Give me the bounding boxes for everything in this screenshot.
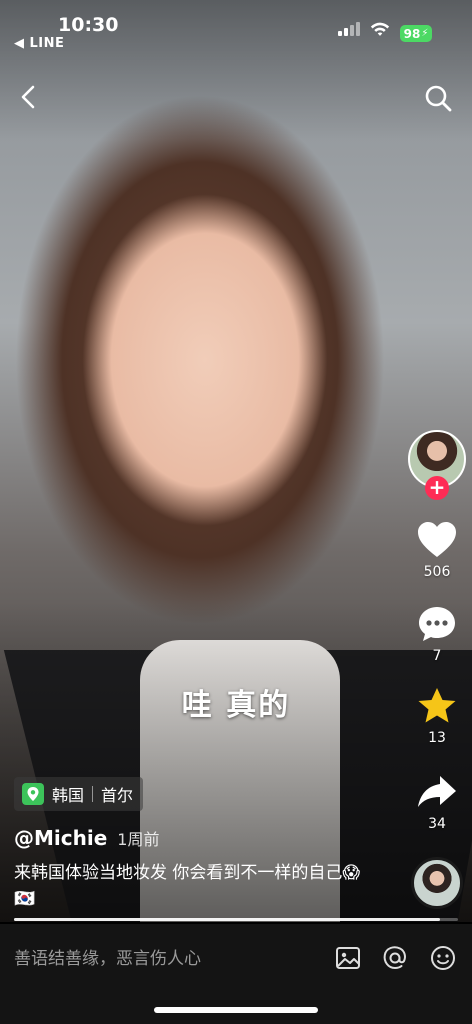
status-time: 10:30: [58, 14, 119, 36]
location-divider: [92, 786, 94, 802]
map-pin-icon: [22, 783, 44, 805]
follow-plus-icon[interactable]: +: [425, 476, 449, 500]
wifi-icon: [370, 22, 390, 36]
comment-button[interactable]: 7: [412, 604, 462, 664]
video-caption: 来韩国体验当地妆发 你会看到不一样的自己😱 🇰🇷: [14, 863, 361, 909]
location-country: 韩国: [52, 786, 85, 805]
charging-icon: ⚡: [421, 28, 429, 39]
back-arrow-icon[interactable]: [14, 82, 44, 112]
like-count: 506: [423, 564, 451, 580]
location-tag[interactable]: 韩国 首尔: [14, 777, 144, 811]
post-time: 1周前: [117, 830, 160, 849]
author-name[interactable]: @Michie: [14, 826, 107, 850]
video-progress-bar[interactable]: [14, 918, 458, 921]
battery-indicator: 98 ⚡: [400, 25, 432, 42]
signal-icon: [338, 22, 360, 36]
search-icon[interactable]: [422, 82, 454, 114]
comment-count: 7: [432, 648, 442, 664]
share-button[interactable]: 34: [412, 772, 462, 832]
video-progress-fill: [14, 918, 441, 921]
battery-level: 98: [403, 26, 421, 41]
author-line: @Michie 1周前: [14, 826, 159, 850]
like-button[interactable]: 506: [412, 520, 462, 580]
back-to-app-link[interactable]: ◀ LINE: [14, 36, 64, 51]
favorite-count: 13: [428, 730, 446, 746]
share-arrow-icon: [418, 776, 456, 807]
heart-icon: [418, 522, 456, 557]
location-city: 首尔: [101, 786, 134, 805]
home-indicator[interactable]: [154, 1007, 318, 1013]
video-subtitle: 哇 真的: [181, 688, 291, 723]
comment-input[interactable]: 善语结善缘，恶言伤人心: [14, 944, 314, 974]
music-disc[interactable]: [411, 857, 463, 909]
share-count: 34: [428, 816, 446, 832]
mention-icon[interactable]: [381, 944, 409, 972]
emoji-icon[interactable]: [429, 944, 457, 972]
comment-bubble-icon: [419, 607, 455, 641]
image-icon[interactable]: [334, 944, 362, 972]
